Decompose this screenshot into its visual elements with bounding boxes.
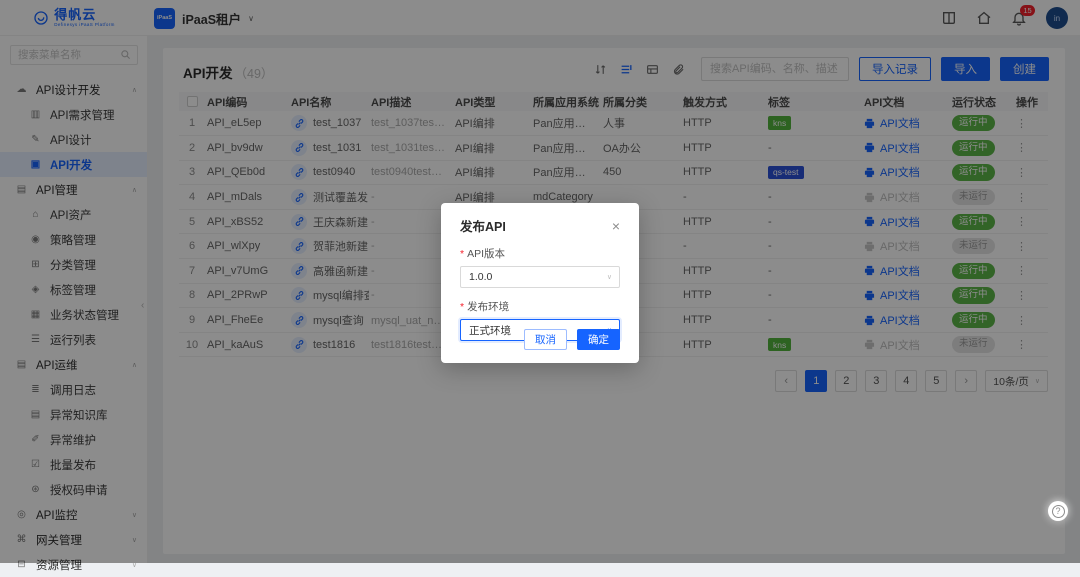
chevron-down-icon: ∨ bbox=[607, 273, 612, 281]
api-version-value: 1.0.0 bbox=[469, 271, 492, 283]
close-icon[interactable]: × bbox=[612, 219, 620, 233]
publish-env-value: 正式环境 bbox=[469, 323, 511, 338]
required-asterisk: * bbox=[460, 248, 464, 260]
publish-api-modal: 发布API × *API版本 1.0.0 ∨ *发布环境 正式环境 ∨ 取消 确… bbox=[441, 203, 639, 363]
publish-env-label: *发布环境 bbox=[460, 299, 620, 314]
app-root: 得帆云 Definesys iPaaS Platform iPaaS iPaaS… bbox=[0, 0, 1080, 563]
api-version-label: *API版本 bbox=[460, 246, 620, 261]
modal-title: 发布API bbox=[460, 216, 506, 235]
api-version-select[interactable]: 1.0.0 ∨ bbox=[460, 266, 620, 288]
cancel-button[interactable]: 取消 bbox=[524, 329, 567, 350]
question-mark-icon: ? bbox=[1052, 505, 1065, 518]
required-asterisk: * bbox=[460, 301, 464, 313]
help-button[interactable]: ? bbox=[1048, 501, 1068, 521]
confirm-button[interactable]: 确定 bbox=[577, 329, 620, 350]
